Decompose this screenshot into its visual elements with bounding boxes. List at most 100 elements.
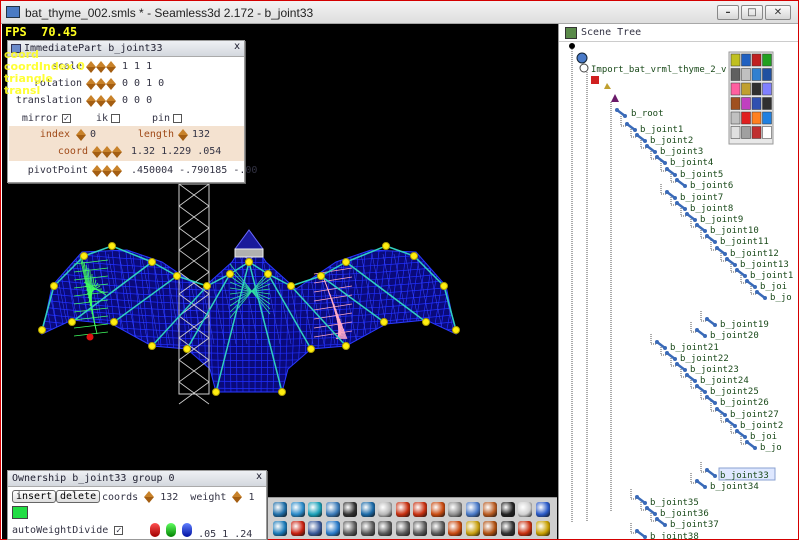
spinner-icon[interactable] — [106, 61, 116, 73]
joint-marker[interactable] — [264, 270, 272, 278]
tree-node-label[interactable]: b_joint23 — [690, 365, 739, 375]
tree-node-label[interactable]: b_joint35 — [650, 498, 699, 508]
crosshair-icon[interactable] — [483, 502, 497, 517]
tree-node-label[interactable]: b_joint34 — [710, 482, 759, 492]
grid-icon[interactable] — [378, 502, 392, 517]
color-swatch[interactable] — [12, 506, 28, 519]
joint-marker[interactable] — [110, 318, 118, 326]
joint-marker[interactable] — [342, 258, 350, 266]
joint-marker[interactable] — [317, 272, 325, 280]
tree-node-label[interactable]: b_jo — [760, 443, 782, 453]
palette-icon[interactable] — [730, 126, 741, 139]
tree-node-label[interactable]: b_joi — [750, 432, 777, 442]
scene-tree-panel[interactable]: Scene Tree Import_bat_vrml_thyme_2_v b_ro… — [558, 24, 798, 539]
color-wheel-icon[interactable] — [535, 521, 550, 536]
sphere-icon[interactable] — [360, 502, 375, 517]
joint-marker[interactable] — [68, 318, 76, 326]
tree-node-label[interactable]: b_joint2 — [650, 136, 693, 146]
tree-node-label[interactable]: b_joint37 — [670, 520, 719, 530]
insert-button[interactable]: insert — [12, 490, 57, 503]
palette-icon[interactable] — [741, 111, 751, 125]
close-icon[interactable]: x — [234, 41, 240, 52]
rotation-value[interactable]: 0 0 1 0 — [122, 78, 164, 89]
tree-node-label[interactable]: b_joint8 — [690, 204, 733, 214]
spinner-icon[interactable] — [76, 129, 86, 141]
tree-node-label[interactable]: b_joint21 — [670, 343, 719, 353]
tree-node-label[interactable]: b_joint13 — [740, 260, 789, 270]
joint-marker[interactable] — [80, 252, 88, 260]
spinner-icon[interactable] — [92, 146, 102, 158]
ik-checkbox[interactable] — [111, 114, 120, 123]
palette-icon[interactable] — [762, 97, 772, 110]
no-icon[interactable] — [290, 521, 305, 536]
auto-weight-checkbox[interactable]: ✓ — [114, 525, 124, 535]
joint-marker[interactable] — [410, 252, 418, 260]
tree-node-label[interactable]: b_joint1 — [640, 125, 683, 135]
minimize-button[interactable]: – — [717, 5, 739, 20]
palette-icon[interactable] — [741, 53, 751, 67]
palette-icon[interactable] — [751, 82, 762, 96]
spinner-icon[interactable] — [106, 95, 116, 107]
blue-spinner-icon[interactable] — [182, 523, 193, 537]
sphere-icon[interactable] — [308, 502, 322, 517]
red-spinner-icon[interactable] — [150, 523, 160, 537]
mirror-checkbox[interactable]: ✓ — [62, 114, 71, 123]
tree-node-label[interactable]: b_joint12 — [730, 249, 779, 259]
joint-marker[interactable] — [307, 345, 315, 353]
tree-root-label[interactable]: b_root — [631, 109, 664, 119]
spinner-icon[interactable] — [96, 61, 106, 73]
translation-spinners[interactable] — [86, 95, 116, 107]
spinner-icon[interactable] — [96, 95, 106, 107]
node-palette[interactable] — [728, 51, 774, 145]
refresh-icon[interactable] — [273, 521, 287, 536]
joint-marker[interactable] — [148, 258, 156, 266]
sphere-icon[interactable] — [325, 502, 340, 517]
moon-icon[interactable] — [500, 502, 515, 517]
tree-node-label[interactable]: b_joint6 — [690, 181, 733, 191]
palette-icon[interactable] — [762, 53, 772, 67]
box-icon[interactable] — [448, 502, 462, 517]
palette-icon[interactable] — [730, 82, 741, 96]
scissors-icon[interactable] — [500, 521, 515, 536]
joint-marker[interactable] — [203, 282, 211, 290]
spinner-icon[interactable] — [144, 491, 155, 503]
palette-icon[interactable] — [730, 53, 741, 67]
triangle-icon[interactable] — [430, 521, 445, 536]
rotation-spinners[interactable] — [86, 78, 116, 90]
pin-checkbox[interactable] — [173, 114, 182, 123]
palette-icon[interactable] — [741, 126, 751, 139]
tree-node-label[interactable]: b_joint19 — [720, 320, 769, 330]
scale-spinners[interactable] — [86, 61, 116, 73]
tree-node-label[interactable]: b_joi — [760, 282, 787, 292]
tree-node-label[interactable]: b_joint22 — [680, 354, 729, 364]
tree-import-label[interactable]: Import_bat_vrml_thyme_2_v — [591, 65, 726, 75]
joint-marker[interactable] — [226, 270, 234, 278]
scale-value[interactable]: 1 1 1 — [122, 61, 152, 72]
joint-icon[interactable] — [395, 502, 410, 517]
crosshair-icon[interactable] — [465, 502, 480, 517]
joint-marker[interactable] — [278, 388, 286, 396]
triangle-icon[interactable] — [378, 521, 392, 536]
joint-marker[interactable] — [148, 342, 156, 350]
palette-icon[interactable] — [741, 97, 751, 110]
pivot-value[interactable]: .450004 -.790185 -.00 — [131, 165, 257, 176]
coord-spinners[interactable] — [92, 146, 122, 158]
tree-node-label[interactable]: b_joint25 — [710, 387, 759, 397]
joint-marker[interactable] — [245, 258, 253, 266]
tree-node-label[interactable]: b_joint26 — [720, 398, 769, 408]
palette-icon[interactable] — [741, 68, 751, 81]
delete-button[interactable]: delete — [56, 490, 101, 503]
bone-icon[interactable] — [518, 502, 532, 517]
coord-value[interactable]: 1.32 1.229 .054 — [131, 146, 221, 157]
rotate-icon[interactable] — [273, 502, 287, 517]
tree-node-label[interactable]: b_joint10 — [710, 226, 759, 236]
title-bar[interactable]: bat_thyme_002.smls * - Seamless3d 2.172 … — [1, 1, 798, 24]
spinner-icon[interactable] — [102, 165, 112, 177]
weight-value[interactable]: 1 — [248, 492, 254, 503]
sphere-icon[interactable] — [290, 502, 305, 517]
tree-node-label[interactable]: b_joint7 — [680, 193, 723, 203]
scene-tree[interactable]: Import_bat_vrml_thyme_2_vb_rootb_joint1b… — [559, 42, 798, 539]
spinner-icon[interactable] — [112, 146, 122, 158]
spinner-icon[interactable] — [106, 78, 116, 90]
tree-node-label[interactable]: b_joint5 — [680, 170, 723, 180]
